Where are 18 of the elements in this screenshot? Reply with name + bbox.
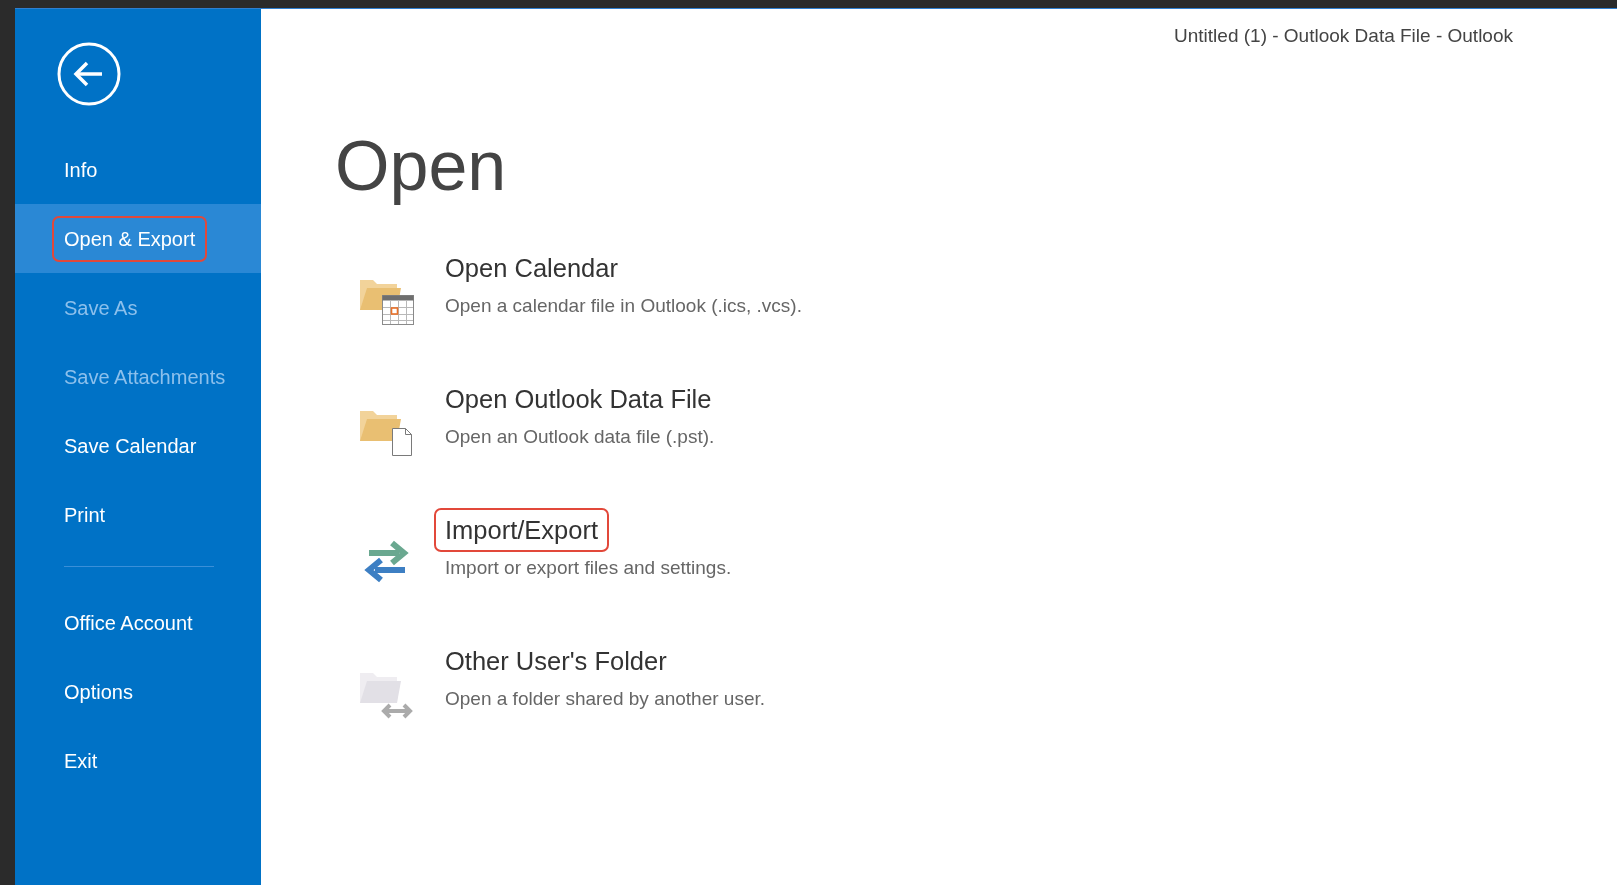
option-title[interactable]: Open Calendar [434,246,629,290]
sidebar-menu-item[interactable]: Info [15,135,261,204]
sidebar-menu-item[interactable]: Print [15,480,261,549]
option-title[interactable]: Open Outlook Data File [434,377,723,421]
sidebar-menu-item[interactable]: Open & Export [15,204,261,273]
option-title[interactable]: Other User's Folder [434,639,678,683]
sidebar-menu-item[interactable]: Office Account [15,588,261,657]
page-heading: Open [335,126,507,206]
option-title[interactable]: Import/Export [434,508,610,552]
window-title: Untitled (1) - Outlook Data File - Outlook [1174,24,1513,48]
sidebar-menu-item[interactable]: Exit [15,726,261,795]
option-description: Open an Outlook data file (.pst). [445,425,715,449]
option-description: Open a calendar file in Outlook (.ics, .vcs). [445,294,802,318]
option-description: Open a folder shared by another user. [445,687,766,711]
sidebar-menu-item[interactable]: Options [15,657,261,726]
sidebar-menu-item[interactable]: Save Calendar [15,411,261,480]
back-button[interactable] [57,42,121,106]
option-description: Import or export files and settings. [445,556,732,580]
